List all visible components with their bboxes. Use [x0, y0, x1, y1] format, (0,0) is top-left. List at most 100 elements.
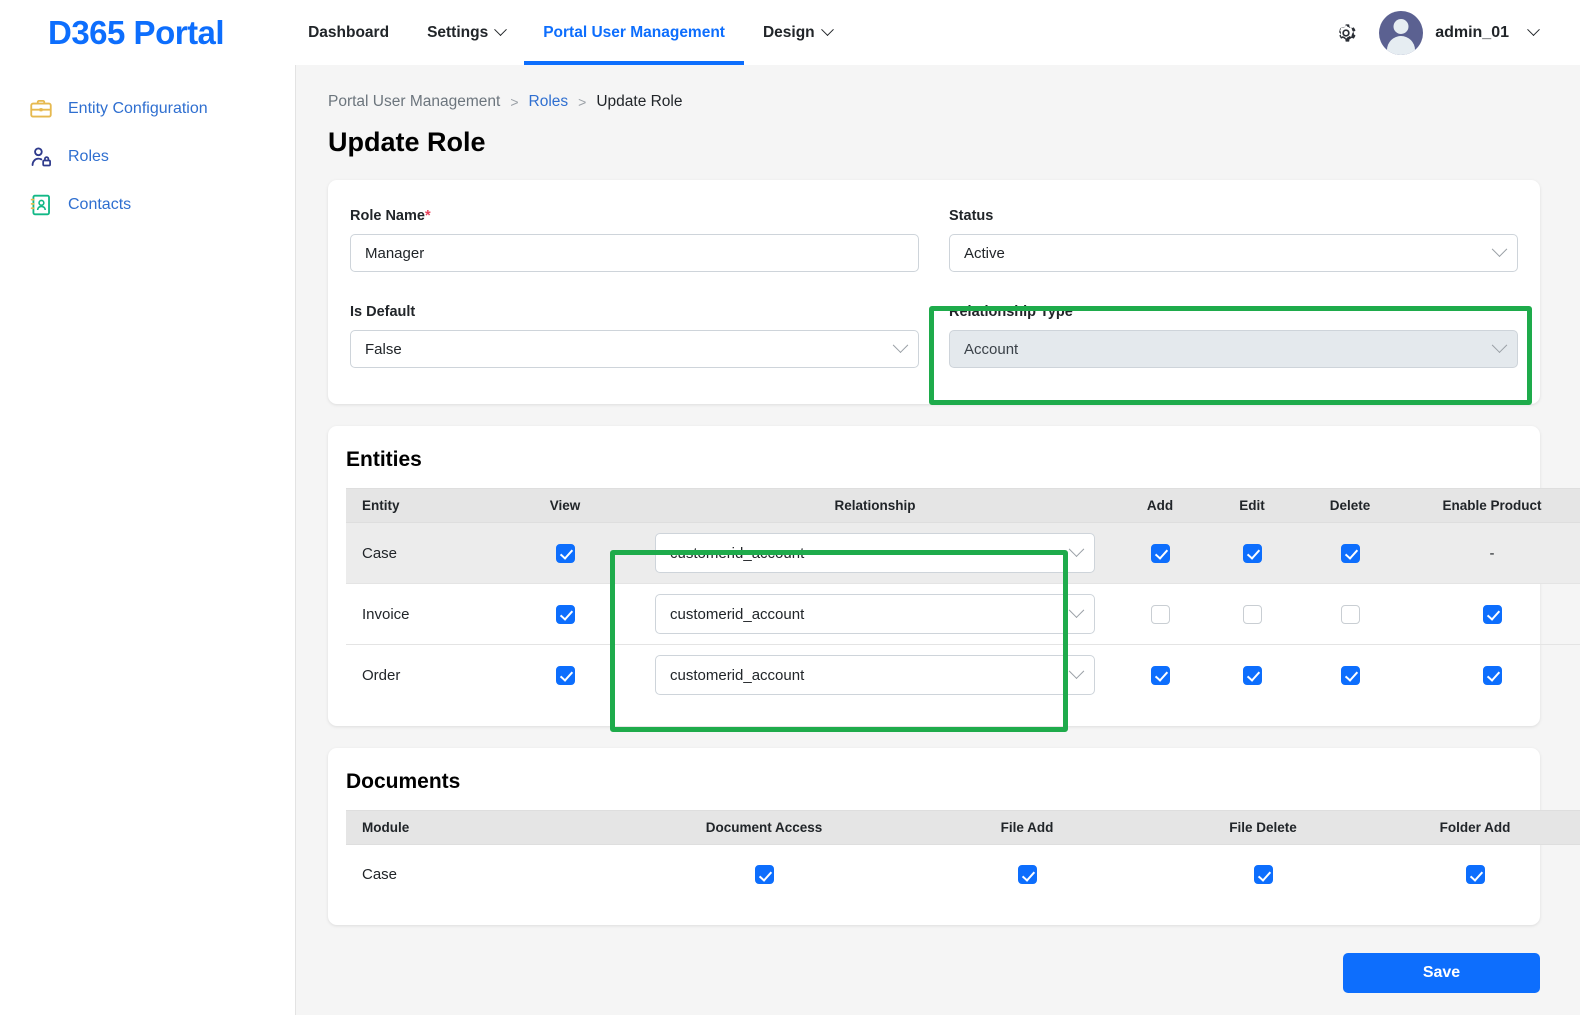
chevron-down-icon — [1068, 601, 1085, 618]
app-brand-logo: D365 Portal — [48, 13, 225, 51]
file-add-checkbox[interactable] — [1017, 865, 1037, 885]
cell-view — [494, 645, 636, 706]
main-nav-tabs: Dashboard Settings Portal User Managemen… — [289, 0, 851, 65]
is-default-field-group: Is Default False — [350, 304, 919, 368]
enable-product-checkbox[interactable] — [1482, 665, 1502, 685]
role-name-label: Role Name* — [350, 208, 431, 224]
documents-card: Documents Module Document Access File Ad… — [328, 747, 1580, 925]
table-row: Case — [346, 844, 1580, 905]
delete-checkbox[interactable] — [1340, 543, 1360, 563]
add-checkbox[interactable] — [1150, 665, 1170, 685]
chevron-down-icon — [1068, 540, 1085, 557]
nav-tab-design[interactable]: Design — [744, 0, 851, 65]
breadcrumb-root[interactable]: Portal User Management — [328, 93, 500, 111]
relationship-select[interactable]: customerid_account — [655, 594, 1095, 634]
sidebar-item-label: Contacts — [68, 196, 132, 213]
sidebar-item-label: Roles — [68, 148, 109, 165]
delete-checkbox[interactable] — [1340, 665, 1360, 685]
view-checkbox[interactable] — [555, 604, 575, 624]
cell-entity-name: Case — [346, 522, 494, 584]
file-delete-checkbox[interactable] — [1253, 865, 1273, 885]
nav-tab-portal-user-management-label: Portal User Management — [543, 23, 725, 41]
form-left-column: Role Name* Manager Is Default False — [350, 208, 919, 374]
chevron-down-icon — [1491, 240, 1508, 257]
cell-view — [494, 583, 636, 645]
avatar — [1379, 10, 1424, 55]
relationship-select[interactable]: customerid_account — [655, 533, 1095, 573]
gear-icon[interactable] — [1333, 20, 1359, 46]
view-checkbox[interactable] — [555, 543, 575, 563]
sidebar-item-contacts[interactable]: Contacts — [0, 181, 295, 229]
sidebar-item-roles[interactable]: Roles — [0, 133, 295, 181]
status-field-group: Status Active — [949, 208, 1518, 272]
cell-relationship: customerid_account — [636, 645, 1114, 706]
entities-table-header-row: Entity View Relationship Add Edit Delete… — [346, 488, 1580, 523]
breadcrumb: Portal User Management > Roles > Update … — [328, 93, 1580, 111]
breadcrumb-separator: > — [578, 94, 587, 110]
add-checkbox[interactable] — [1150, 604, 1170, 624]
status-select[interactable]: Active — [949, 234, 1518, 272]
nav-tab-dashboard[interactable]: Dashboard — [289, 0, 408, 65]
entities-card: Entities Entity View Relationship Add Ed… — [328, 426, 1580, 726]
col-module: Module — [346, 809, 632, 845]
breadcrumb-current: Update Role — [596, 93, 683, 110]
cell-add — [1114, 645, 1206, 706]
relationship-value: customerid_account — [670, 666, 805, 684]
cell-delete — [1298, 645, 1402, 706]
cell-edit — [1206, 645, 1298, 706]
status-label: Status — [949, 208, 994, 224]
table-row: Order customerid_account — [346, 645, 1580, 706]
col-file-delete: File Delete — [1158, 809, 1368, 845]
save-action-bar: Save — [1343, 953, 1540, 993]
edit-checkbox[interactable] — [1242, 604, 1262, 624]
is-default-label: Is Default — [350, 304, 416, 320]
col-entity: Entity — [346, 488, 494, 523]
entities-section-title: Entities — [346, 448, 422, 471]
col-view: View — [494, 488, 636, 523]
relationship-type-field-group: Relationship Type Account — [949, 304, 1518, 368]
cell-delete — [1298, 522, 1402, 584]
user-menu[interactable]: admin_01 — [1379, 10, 1540, 55]
documents-table: Module Document Access File Add File Del… — [346, 809, 1580, 906]
cell-entity-name: Invoice — [346, 583, 494, 645]
nav-tab-portal-user-management[interactable]: Portal User Management — [524, 0, 744, 65]
edit-checkbox[interactable] — [1242, 665, 1262, 685]
chevron-down-icon — [892, 336, 909, 353]
role-name-value: Manager — [365, 244, 425, 262]
delete-checkbox[interactable] — [1340, 604, 1360, 624]
table-row: Case customerid_account - — [346, 522, 1580, 584]
add-checkbox[interactable] — [1150, 543, 1170, 563]
user-name-label: admin_01 — [1435, 23, 1509, 41]
sidebar: Entity Configuration Roles Contacts — [0, 65, 296, 1015]
is-default-select[interactable]: False — [350, 330, 919, 368]
breadcrumb-parent-roles[interactable]: Roles — [529, 93, 569, 111]
relationship-select[interactable]: customerid_account — [655, 655, 1095, 696]
table-row: Invoice customerid_account — [346, 583, 1580, 645]
document-access-checkbox[interactable] — [754, 865, 774, 885]
documents-section-title: Documents — [346, 769, 461, 793]
edit-checkbox[interactable] — [1242, 543, 1262, 563]
cell-enable-product — [1402, 645, 1580, 706]
save-button[interactable]: Save — [1343, 953, 1540, 993]
nav-tab-dashboard-label: Dashboard — [308, 23, 390, 41]
enable-product-checkbox[interactable] — [1482, 604, 1502, 624]
cell-enable-product — [1402, 583, 1580, 645]
col-folder-add: Folder Add — [1368, 809, 1580, 845]
relationship-type-select[interactable]: Account — [949, 330, 1518, 368]
relationship-value: customerid_account — [670, 544, 805, 562]
role-name-input[interactable]: Manager — [350, 234, 919, 272]
sidebar-item-entity-configuration[interactable]: Entity Configuration — [0, 85, 295, 133]
required-asterisk: * — [424, 208, 431, 224]
view-checkbox[interactable] — [555, 665, 575, 685]
cell-add — [1114, 522, 1206, 584]
main-content: Portal User Management > Roles > Update … — [296, 65, 1580, 1015]
col-edit: Edit — [1206, 488, 1298, 523]
nav-tab-settings-label: Settings — [427, 23, 489, 41]
folder-add-checkbox[interactable] — [1465, 865, 1485, 885]
cell-relationship: customerid_account — [636, 522, 1114, 584]
cell-file-add — [896, 844, 1158, 905]
sidebar-item-label: Entity Configuration — [68, 100, 208, 117]
top-bar-right-actions: admin_01 — [1333, 10, 1540, 55]
nav-tab-settings[interactable]: Settings — [408, 0, 524, 65]
cell-relationship: customerid_account — [636, 583, 1114, 645]
